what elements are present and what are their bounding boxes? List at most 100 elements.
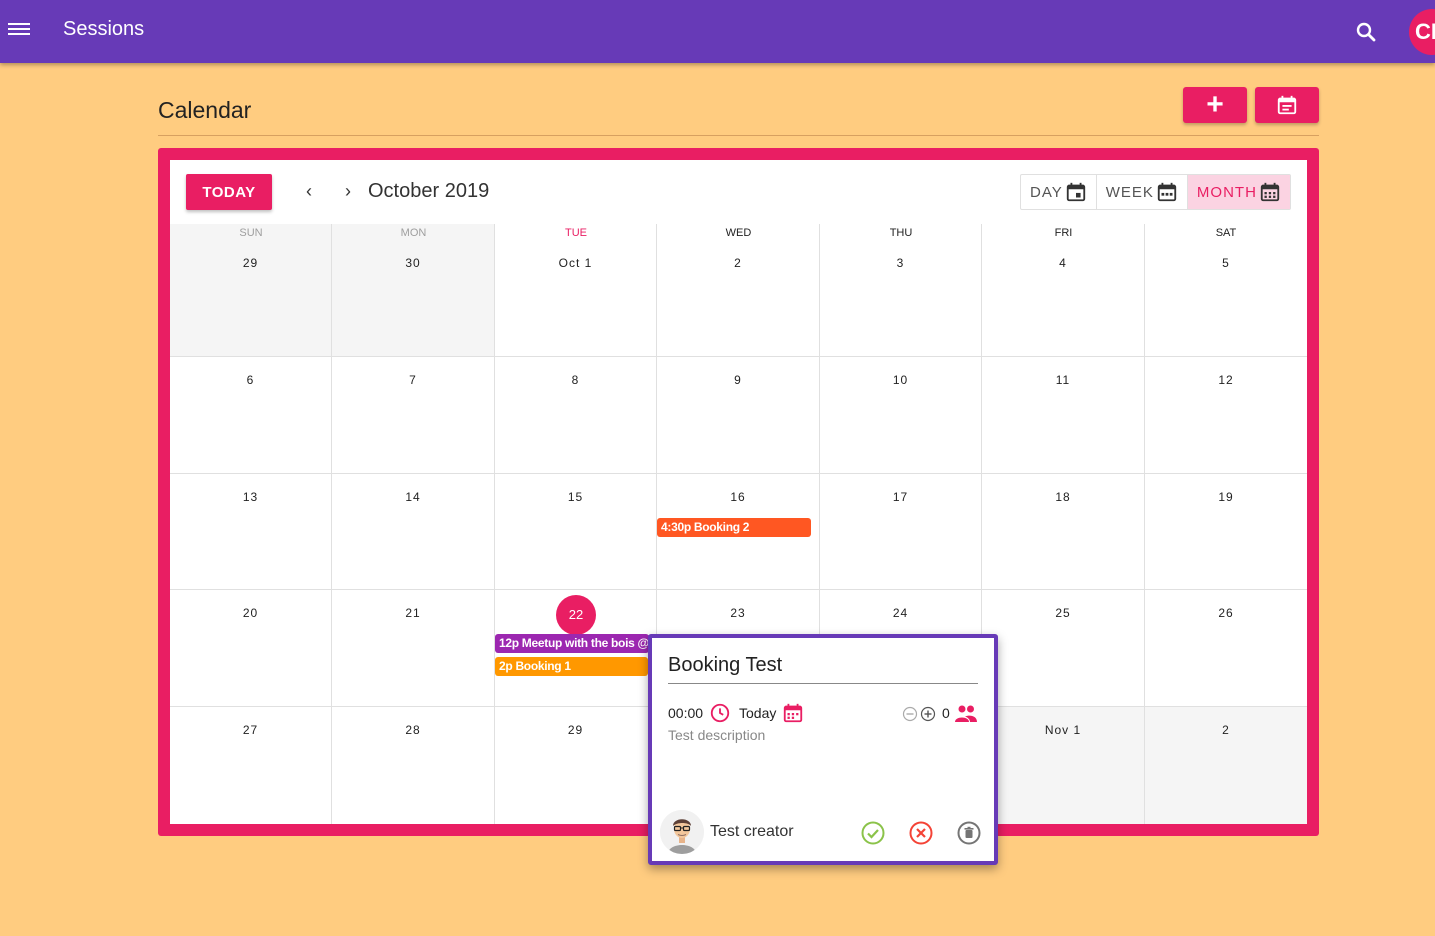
day-number: 26 xyxy=(1218,606,1234,620)
day-cell[interactable]: 12 xyxy=(1145,357,1307,474)
remove-attendee-icon[interactable] xyxy=(902,706,918,722)
day-number: 23 xyxy=(730,606,746,620)
day-number: 14 xyxy=(405,490,421,504)
attendee-count: 0 xyxy=(942,705,950,721)
day-number: 9 xyxy=(734,373,742,387)
day-number: 17 xyxy=(892,490,909,504)
weekday-label: FRI xyxy=(1054,227,1073,239)
view-month-button[interactable]: MONTH xyxy=(1187,175,1290,209)
calendar-month-icon xyxy=(1260,182,1280,202)
prev-month-button[interactable]: ‹ xyxy=(299,181,319,201)
day-number: 15 xyxy=(567,490,584,504)
day-cell[interactable]: 2 xyxy=(1145,707,1307,824)
day-number: 13 xyxy=(242,490,259,504)
people-icon xyxy=(955,705,977,722)
confirm-icon[interactable] xyxy=(860,820,886,846)
app-title: Sessions xyxy=(63,18,145,40)
delete-icon[interactable] xyxy=(956,820,982,846)
day-number: 7 xyxy=(409,373,417,387)
day-number: 27 xyxy=(242,723,259,737)
day-cell[interactable]: 15 xyxy=(495,474,657,590)
event-details-row: 00:00 Today 0 xyxy=(668,702,978,726)
day-number: 30 xyxy=(405,256,421,270)
creator-name: Test creator xyxy=(710,823,794,840)
add-event-button[interactable]: + xyxy=(1183,87,1247,123)
weekday-label: THU xyxy=(889,227,913,239)
cancel-icon[interactable] xyxy=(908,820,934,846)
view-toggle: DAY WEEK MONTH xyxy=(1020,174,1291,210)
view-week-button[interactable]: WEEK xyxy=(1097,175,1188,209)
day-cell[interactable]: 29 xyxy=(495,707,657,824)
search-icon[interactable] xyxy=(1354,20,1378,44)
month-label: October 2019 xyxy=(368,180,490,202)
day-cell[interactable]: 6 xyxy=(170,357,332,474)
day-number: 28 xyxy=(405,723,421,737)
event-popup: Booking Test 00:00 Today 0 Test descript… xyxy=(648,634,998,865)
event-meetup[interactable]: 12p Meetup with the bois @ xyxy=(495,634,649,653)
day-cell[interactable]: 18 xyxy=(982,474,1145,590)
event-time: 00:00 xyxy=(668,705,704,721)
calendar-week-icon xyxy=(1157,182,1177,202)
day-number: 20 xyxy=(242,606,259,620)
day-number: 4 xyxy=(1059,256,1067,270)
day-cell[interactable]: 21 xyxy=(332,590,495,707)
day-cell[interactable]: 26 xyxy=(1145,590,1307,707)
creator-avatar xyxy=(660,810,704,854)
day-cell[interactable]: 27 xyxy=(170,707,332,824)
weekday-label: SAT xyxy=(1215,227,1237,239)
day-cell[interactable]: 8 xyxy=(495,357,657,474)
calendar-day-icon xyxy=(1066,182,1085,202)
day-number: Nov 1 xyxy=(1044,723,1082,737)
weekday-label: TUE xyxy=(565,227,587,239)
day-cell[interactable]: 13 xyxy=(170,474,332,590)
day-cell[interactable]: 17 xyxy=(820,474,982,590)
popup-footer: Test creator xyxy=(660,810,990,856)
day-number: 24 xyxy=(892,606,909,620)
user-avatar[interactable]: CI xyxy=(1409,9,1435,55)
day-number: 3 xyxy=(896,256,905,270)
weekday-label: WED xyxy=(725,227,752,239)
day-cell[interactable]: 7 xyxy=(332,357,495,474)
today-marker[interactable]: 22 xyxy=(556,595,596,635)
next-month-button[interactable]: › xyxy=(338,181,358,201)
clock-icon[interactable] xyxy=(709,702,731,724)
view-day-button[interactable]: DAY xyxy=(1021,175,1097,209)
day-cell[interactable]: 20 xyxy=(170,590,332,707)
day-cell[interactable]: 11 xyxy=(982,357,1145,474)
day-cell[interactable]: 25 xyxy=(982,590,1145,707)
menu-icon[interactable] xyxy=(8,20,30,42)
day-number: 21 xyxy=(405,606,421,620)
event-title-field[interactable]: Booking Test xyxy=(668,654,978,684)
app-bar: Sessions CI xyxy=(0,0,1435,63)
day-cell[interactable]: 28 xyxy=(332,707,495,824)
event-date: Today xyxy=(739,705,777,721)
today-button[interactable]: TODAY xyxy=(186,174,272,210)
day-number: Oct 1 xyxy=(558,256,593,270)
add-icon: + xyxy=(1206,88,1224,121)
day-cell[interactable]: 10 xyxy=(820,357,982,474)
day-cell[interactable]: 9 xyxy=(657,357,820,474)
day-cell[interactable]: Nov 1 xyxy=(982,707,1145,824)
day-number: 5 xyxy=(1222,256,1230,270)
page-title: Calendar xyxy=(158,97,252,123)
view-day-label: DAY xyxy=(1030,183,1063,201)
calendar-icon[interactable] xyxy=(782,702,804,724)
day-number: 2 xyxy=(1222,723,1230,737)
title-divider xyxy=(158,135,1319,136)
event-description: Test description xyxy=(668,727,766,743)
day-number: 29 xyxy=(242,256,259,270)
day-cell[interactable]: 19 xyxy=(1145,474,1307,590)
day-number: 11 xyxy=(1055,373,1071,387)
view-week-label: WEEK xyxy=(1105,183,1154,201)
weekday-label: SUN xyxy=(239,227,263,239)
add-attendee-icon[interactable] xyxy=(920,706,936,722)
day-number: 19 xyxy=(1218,490,1234,504)
event-booking-2[interactable]: 4:30p Booking 2 xyxy=(657,518,811,537)
view-month-label: MONTH xyxy=(1196,183,1257,201)
day-number: 12 xyxy=(1218,373,1234,387)
day-cell[interactable]: 14 xyxy=(332,474,495,590)
day-number: 16 xyxy=(730,490,746,504)
calendar-button[interactable] xyxy=(1255,87,1319,123)
weekday-label: MON xyxy=(400,227,427,239)
event-booking-1[interactable]: 2p Booking 1 xyxy=(495,657,648,676)
